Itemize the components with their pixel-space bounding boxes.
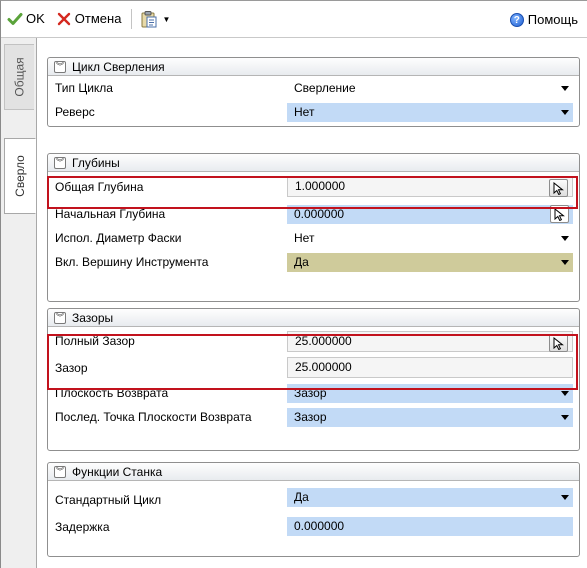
property-row: Послед. Точка Плоскости Возврата Зазор <box>48 405 579 429</box>
dropdown-arrow-icon[interactable] <box>561 495 569 500</box>
start-depth-input[interactable]: 0.000000 <box>287 205 573 224</box>
property-label: Задержка <box>55 520 110 534</box>
section-depths: ︾ Глубины Общая Глубина 1.000000 Начальн… <box>47 153 580 302</box>
tab-general-label: Общая <box>12 57 27 97</box>
cancel-label: Отмена <box>74 11 122 26</box>
ok-button[interactable]: OK <box>1 8 48 30</box>
section-title: Цикл Сверления <box>72 59 165 74</box>
property-label: Зазор <box>55 361 88 375</box>
tab-drill[interactable]: Сверло <box>4 138 36 214</box>
cancel-button[interactable]: Отмена <box>48 8 125 30</box>
dropdown-arrow-icon[interactable] <box>561 86 569 91</box>
property-value: Зазор <box>294 410 327 424</box>
dropdown-arrow-icon[interactable] <box>561 260 569 265</box>
property-row: Общая Глубина 1.000000 <box>48 172 579 202</box>
checkmark-icon <box>7 13 23 25</box>
dropdown-arrow-icon[interactable] <box>561 415 569 420</box>
property-value: 1.000000 <box>295 179 346 193</box>
property-value: Да <box>294 490 309 504</box>
properties-panel: ︾ Цикл Сверления Тип Цикла Сверление Рев… <box>38 38 587 568</box>
property-label: Тип Цикла <box>55 81 113 95</box>
last-retract-point-select[interactable]: Зазор <box>287 408 573 427</box>
help-label: Помощь <box>527 12 578 27</box>
section-title: Зазоры <box>72 310 114 325</box>
property-value: 0.000000 <box>294 207 345 221</box>
pick-cursor-button[interactable] <box>549 179 568 197</box>
pick-cursor-button[interactable] <box>549 334 568 352</box>
property-row: Вкл. Вершину Инструмента Да <box>48 250 579 274</box>
section-drill-cycle: ︾ Цикл Сверления Тип Цикла Сверление Рев… <box>47 57 580 127</box>
property-value: 25.000000 <box>295 334 352 348</box>
chevron-down-icon: ▼ <box>162 14 171 24</box>
tab-drill-label: Сверло <box>13 155 27 197</box>
toolbar: OK Отмена ▼ ? Помощь <box>1 1 587 38</box>
clipboard-icon <box>141 11 157 28</box>
section-title: Глубины <box>72 155 120 170</box>
dwell-input[interactable]: 0.000000 <box>287 517 573 536</box>
property-label: Послед. Точка Плоскости Возврата <box>55 410 252 424</box>
section-header[interactable]: ︾ Цикл Сверления <box>48 58 579 76</box>
x-icon <box>57 12 70 26</box>
toolbar-separator <box>131 9 133 29</box>
dropdown-arrow-icon[interactable] <box>561 391 569 396</box>
property-row: Плоскость Возврата Зазор <box>48 381 579 405</box>
section-header[interactable]: ︾ Глубины <box>48 154 579 172</box>
section-title: Функции Станка <box>72 464 163 479</box>
section-header[interactable]: ︾ Функции Станка <box>48 463 579 481</box>
cursor-icon <box>553 181 564 195</box>
property-label: Реверс <box>55 105 95 119</box>
include-tool-tip-select[interactable]: Да <box>287 253 573 272</box>
property-row: Испол. Диаметр Фаски Нет <box>48 226 579 250</box>
property-label: Вкл. Вершину Инструмента <box>55 255 209 269</box>
retract-plane-select[interactable]: Зазор <box>287 384 573 403</box>
ok-label: OK <box>26 11 45 26</box>
cursor-icon <box>553 336 564 350</box>
property-label: Полный Зазор <box>55 334 135 348</box>
property-value: Зазор <box>294 386 327 400</box>
property-label: Испол. Диаметр Фаски <box>55 231 182 245</box>
collapse-chevron-icon[interactable]: ︾ <box>54 156 66 169</box>
property-label: Стандартный Цикл <box>55 492 162 507</box>
property-value: Сверление <box>294 81 356 95</box>
dropdown-arrow-icon[interactable] <box>561 236 569 241</box>
property-row: Начальная Глубина 0.000000 <box>48 202 579 226</box>
clipboard-dropdown-button[interactable]: ▼ <box>137 8 173 30</box>
pick-cursor-button[interactable] <box>550 205 569 223</box>
property-row: Задержка 0.000000 <box>48 514 579 540</box>
collapse-chevron-icon[interactable]: ︾ <box>54 60 66 73</box>
full-clearance-input[interactable]: 25.000000 <box>287 331 573 352</box>
property-label: Общая Глубина <box>55 180 144 194</box>
property-row: Полный Зазор 25.000000 <box>48 327 579 355</box>
property-row: Тип Цикла Сверление <box>48 76 579 100</box>
cursor-icon <box>554 207 565 221</box>
section-machine-functions: ︾ Функции Станка Стандартный Цикл Да Зад… <box>47 462 580 557</box>
tab-general[interactable]: Общая <box>4 44 34 110</box>
property-row: Зазор 25.000000 <box>48 355 579 381</box>
section-header[interactable]: ︾ Зазоры <box>48 309 579 327</box>
standard-cycle-select[interactable]: Да <box>287 488 573 507</box>
property-row: Стандартный Цикл Да <box>48 485 579 514</box>
total-depth-input[interactable]: 1.000000 <box>287 176 573 197</box>
dropdown-arrow-icon[interactable] <box>561 110 569 115</box>
help-button[interactable]: ? Помощь <box>507 9 581 31</box>
cycle-type-select[interactable]: Сверление <box>287 79 573 98</box>
collapse-chevron-icon[interactable]: ︾ <box>54 311 66 324</box>
clearance-input[interactable]: 25.000000 <box>287 357 573 378</box>
collapse-chevron-icon[interactable]: ︾ <box>54 465 66 478</box>
chamfer-diameter-select[interactable]: Нет <box>287 229 573 248</box>
property-value: Нет <box>294 231 315 245</box>
property-value: Да <box>294 255 309 269</box>
property-value: 25.000000 <box>295 360 352 374</box>
help-circle-icon: ? <box>509 13 524 27</box>
reverse-select[interactable]: Нет <box>287 103 573 122</box>
property-value: 0.000000 <box>294 519 345 533</box>
section-clearances: ︾ Зазоры Полный Зазор 25.000000 Зазор 25… <box>47 308 580 451</box>
property-row: Реверс Нет <box>48 100 579 124</box>
vertical-tab-strip: Общая Сверло <box>1 38 37 568</box>
property-label: Начальная Глубина <box>55 207 166 221</box>
property-value: Нет <box>294 105 315 119</box>
property-label: Плоскость Возврата <box>55 386 169 400</box>
